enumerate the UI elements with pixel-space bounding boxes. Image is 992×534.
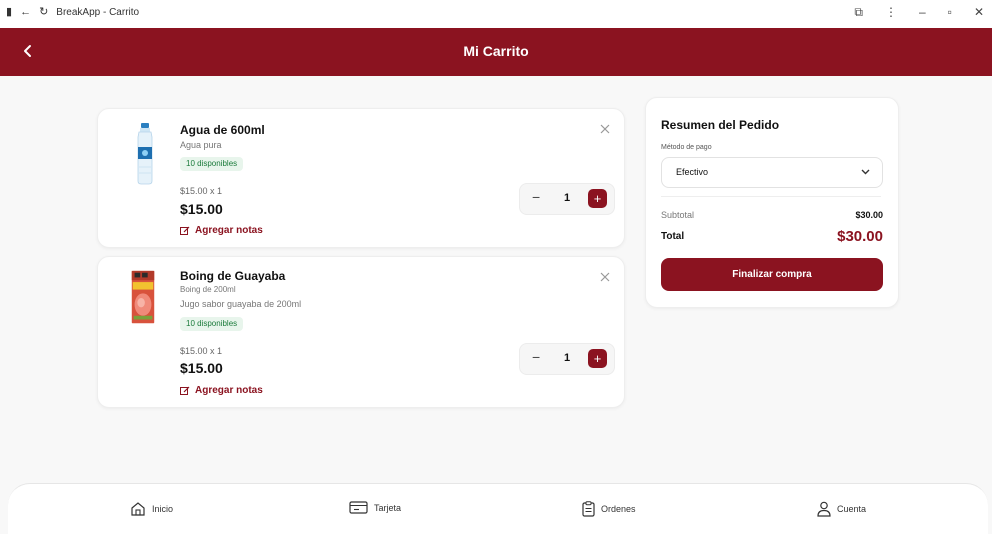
quantity-value: 1 — [564, 192, 571, 204]
window-controls: ⧉ ⋮ – ▫ ✕ — [854, 3, 984, 21]
availability-badge: 10 disponibles — [180, 157, 244, 171]
clipboard-icon — [582, 501, 595, 517]
item-name: Agua de 600ml — [180, 123, 265, 137]
close-icon — [600, 124, 610, 134]
remove-item-button[interactable] — [600, 121, 610, 137]
edit-icon — [180, 386, 190, 395]
nav-label-card: Tarjeta — [374, 502, 402, 513]
increase-quantity-button[interactable]: + — [588, 349, 607, 368]
nav-label-account: Cuenta — [837, 504, 867, 514]
item-subtitle: Boing de 200ml — [180, 285, 236, 294]
payment-method-value: Efectivo — [676, 167, 709, 177]
total-label: Total — [661, 231, 685, 242]
more-options-icon[interactable]: ⋮ — [885, 5, 897, 19]
extensions-icon[interactable]: ⧉ — [854, 5, 863, 20]
subtotal-label: Subtotal — [661, 210, 695, 220]
total-value: $30.00 — [837, 228, 883, 245]
item-total: $15.00 — [180, 360, 223, 376]
cart-item: Boing de Guayaba Boing de 200ml Jugo sab… — [97, 256, 625, 408]
add-notes-button[interactable]: Agregar notas — [180, 385, 263, 396]
item-unit-price: $15.00 x 1 — [180, 346, 223, 356]
add-notes-button[interactable]: Agregar notas — [180, 225, 263, 236]
edit-icon — [180, 226, 190, 235]
order-summary: Resumen del Pedido Método de pago Efecti… — [645, 97, 899, 308]
decrease-quantity-button[interactable]: − — [532, 189, 540, 205]
subtotal-value: $30.00 — [855, 210, 883, 220]
reload-icon[interactable]: ↻ — [39, 4, 48, 20]
availability-badge: 10 disponibles — [180, 317, 244, 331]
bottom-navigation: Inicio Tarjeta Ordenes Cuenta — [8, 483, 988, 534]
add-notes-label: Agregar notas — [195, 385, 263, 396]
card-icon — [349, 501, 368, 514]
summary-divider — [661, 196, 881, 197]
chevron-down-icon — [861, 167, 870, 177]
nav-item-orders[interactable]: Ordenes — [582, 501, 636, 517]
item-total: $15.00 — [180, 201, 223, 217]
juice-box-image — [131, 270, 155, 324]
window-titlebar: ▮ ← ↻ BreakApp - Carrito ⧉ ⋮ – ▫ ✕ — [0, 0, 992, 29]
remove-item-button[interactable] — [600, 269, 610, 285]
close-icon — [600, 272, 610, 282]
home-icon — [131, 502, 145, 516]
payment-method-label: Método de pago — [661, 144, 712, 151]
close-window-icon[interactable]: ✕ — [974, 5, 984, 19]
quantity-value: 1 — [564, 352, 571, 364]
increase-quantity-button[interactable]: + — [588, 189, 607, 208]
summary-title: Resumen del Pedido — [661, 118, 780, 132]
titlebar-left: ▮ ← ↻ BreakApp - Carrito — [6, 4, 139, 20]
nav-item-home[interactable]: Inicio — [130, 501, 173, 516]
total-row: Total $30.00 — [661, 228, 883, 245]
page-title: Mi Carrito — [463, 43, 529, 59]
minimize-icon[interactable]: – — [919, 5, 926, 19]
window-title: BreakApp - Carrito — [56, 6, 140, 18]
app-menu-icon[interactable]: ▮ — [6, 4, 12, 20]
item-description: Jugo sabor guayaba de 200ml — [180, 299, 302, 309]
decrease-quantity-button[interactable]: − — [532, 349, 540, 365]
quantity-stepper: − 1 + — [519, 183, 615, 215]
payment-method-select[interactable]: Efectivo — [661, 157, 883, 188]
app-header: Mi Carrito — [0, 28, 992, 76]
checkout-button[interactable]: Finalizar compra — [661, 258, 883, 291]
item-subtitle: Agua pura — [180, 140, 222, 150]
user-icon — [817, 501, 831, 517]
nav-item-account[interactable]: Cuenta — [817, 501, 866, 517]
item-name: Boing de Guayaba — [180, 269, 286, 283]
add-notes-label: Agregar notas — [195, 225, 263, 236]
water-bottle-image — [137, 123, 153, 185]
cart-item: Agua de 600ml Agua pura 10 disponibles $… — [97, 108, 625, 248]
nav-label-orders: Ordenes — [601, 504, 636, 514]
subtotal-row: Subtotal $30.00 — [661, 210, 883, 220]
browser-back-icon[interactable]: ← — [20, 4, 31, 20]
nav-label-home: Inicio — [152, 503, 174, 514]
item-unit-price: $15.00 x 1 — [180, 186, 223, 196]
restore-icon[interactable]: ▫ — [948, 5, 952, 19]
nav-item-card[interactable]: Tarjeta — [349, 501, 401, 514]
quantity-stepper: − 1 + — [519, 343, 615, 375]
